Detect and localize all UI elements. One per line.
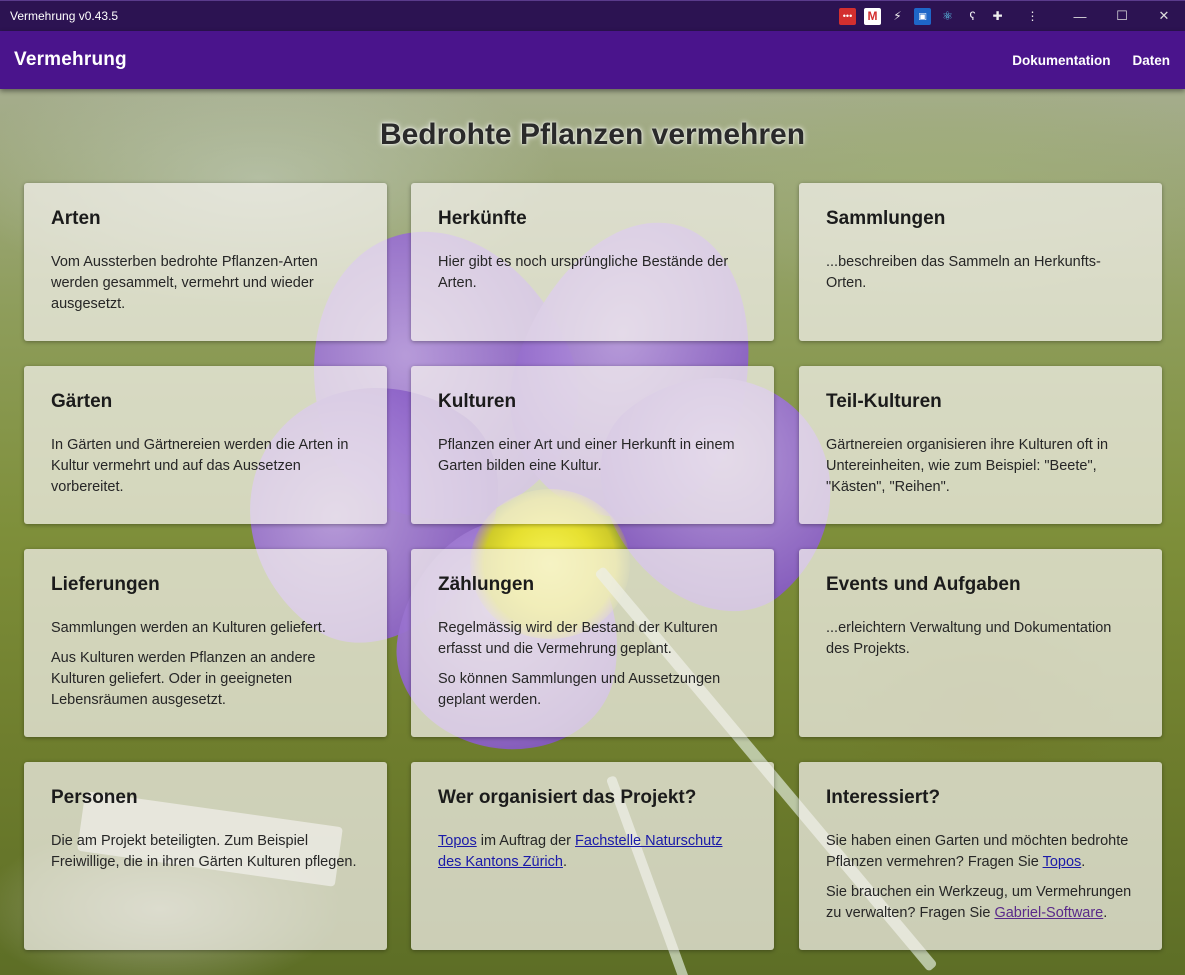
browser-extensions: ••• M ⚡ ▣ ⚛ ʕ ✚ ⋮ <box>839 7 1041 25</box>
sentence-end: . <box>1081 854 1086 870</box>
card-title: Kulturen <box>438 391 517 412</box>
topos-contact-link[interactable]: Topos <box>1043 854 1082 870</box>
card-sammlungen[interactable]: Sammlungen ...beschreiben das Sammeln an… <box>799 183 1162 341</box>
nav-daten-button[interactable]: Daten <box>1132 53 1170 68</box>
card-title: Herkünfte <box>438 208 527 229</box>
card-personen[interactable]: Personen Die am Projekt beteiligten. Zum… <box>24 762 387 950</box>
sentence-end: . <box>562 854 567 870</box>
window-title: Vermehrung v0.43.5 <box>10 9 119 23</box>
card-text: ...beschreiben das Sammeln an Herkunfts-… <box>826 254 1101 291</box>
card-title: Zählungen <box>438 574 535 595</box>
card-title: Gärten <box>51 391 113 412</box>
react-icon[interactable]: ⚛ <box>939 8 956 25</box>
gabriel-software-link[interactable]: Gabriel-Software <box>994 905 1103 921</box>
window-icon[interactable]: ▣ <box>914 7 931 25</box>
card-text: Aus Kulturen werden Pflanzen an andere K… <box>51 650 316 708</box>
card-text: Pflanzen einer Art und einer Herkunft in… <box>438 437 735 474</box>
card-title: Interessiert? <box>826 787 941 808</box>
lightning-icon[interactable]: ⚡ <box>889 8 906 25</box>
card-lieferungen[interactable]: Lieferungen Sammlungen werden an Kulture… <box>24 549 387 737</box>
card-teilkulturen[interactable]: Teil-Kulturen Gärtnereien organisieren i… <box>799 366 1162 524</box>
password-manager-icon[interactable]: ••• <box>839 7 856 25</box>
card-title: Teil-Kulturen <box>826 391 942 412</box>
nav-dokumentation-button[interactable]: Dokumentation <box>1012 53 1110 68</box>
card-organisation: Wer organisiert das Projekt? Topos im Au… <box>411 762 774 950</box>
card-title: Personen <box>51 787 138 808</box>
card-title: Lieferungen <box>51 574 160 595</box>
card-kulturen[interactable]: Kulturen Pflanzen einer Art und einer He… <box>411 366 774 524</box>
card-arten[interactable]: Arten Vom Aussterben bedrohte Pflanzen-A… <box>24 183 387 341</box>
card-text: Gärtnereien organisieren ihre Kulturen o… <box>826 437 1109 495</box>
more-vertical-icon[interactable]: ⋮ <box>1024 8 1041 25</box>
sentence-end: . <box>1103 905 1108 921</box>
puzzle-icon[interactable]: ✚ <box>989 8 1006 25</box>
link-connector-text: im Auftrag der <box>476 833 576 849</box>
window-titlebar: Vermehrung v0.43.5 ••• M ⚡ ▣ ⚛ ʕ ✚ ⋮ ― ☐… <box>0 0 1185 31</box>
card-text: Hier gibt es noch ursprüngliche Bestände… <box>438 254 729 291</box>
app-bar: Vermehrung Dokumentation Daten <box>0 31 1185 89</box>
card-text: ...erleichtern Verwaltung und Dokumentat… <box>826 620 1112 657</box>
topos-link[interactable]: Topos <box>438 833 477 849</box>
card-text: Topos im Auftrag der Fachstelle Natursch… <box>438 831 747 873</box>
card-title: Events und Aufgaben <box>826 574 1021 595</box>
card-zaehlungen[interactable]: Zählungen Regelmässig wird der Bestand d… <box>411 549 774 737</box>
minimize-icon[interactable]: ― <box>1059 1 1101 32</box>
bear-icon[interactable]: ʕ <box>964 8 981 25</box>
card-herkuenfte[interactable]: Herkünfte Hier gibt es noch ursprünglich… <box>411 183 774 341</box>
card-title: Sammlungen <box>826 208 946 229</box>
app-title[interactable]: Vermehrung <box>0 49 1012 71</box>
card-text: Sie brauchen ein Werkzeug, um Vermehrung… <box>826 882 1135 924</box>
maximize-icon[interactable]: ☐ <box>1101 1 1143 32</box>
card-text: In Gärten und Gärtnereien werden die Art… <box>51 437 349 495</box>
card-text: Regelmässig wird der Bestand der Kulture… <box>438 620 718 657</box>
close-icon[interactable]: ✕ <box>1143 1 1185 32</box>
page-heading: Bedrohte Pflanzen vermehren <box>379 118 806 151</box>
card-events[interactable]: Events und Aufgaben ...erleichtern Verwa… <box>799 549 1162 737</box>
card-text: So können Sammlungen und Aussetzungen ge… <box>438 671 721 708</box>
card-text: Sammlungen werden an Kulturen geliefert. <box>51 620 326 636</box>
card-text: Vom Aussterben bedrohte Pflanzen-Arten w… <box>51 254 318 312</box>
card-title: Arten <box>51 208 101 229</box>
card-gaerten[interactable]: Gärten In Gärten und Gärtnereien werden … <box>24 366 387 524</box>
card-interessiert: Interessiert? Sie haben einen Garten und… <box>799 762 1162 950</box>
card-text: Die am Projekt beteiligten. Zum Beispiel… <box>51 833 357 870</box>
card-title: Wer organisiert das Projekt? <box>438 787 697 808</box>
gmail-icon[interactable]: M <box>864 7 881 25</box>
card-text: Sie haben einen Garten und möchten bedro… <box>826 831 1135 873</box>
